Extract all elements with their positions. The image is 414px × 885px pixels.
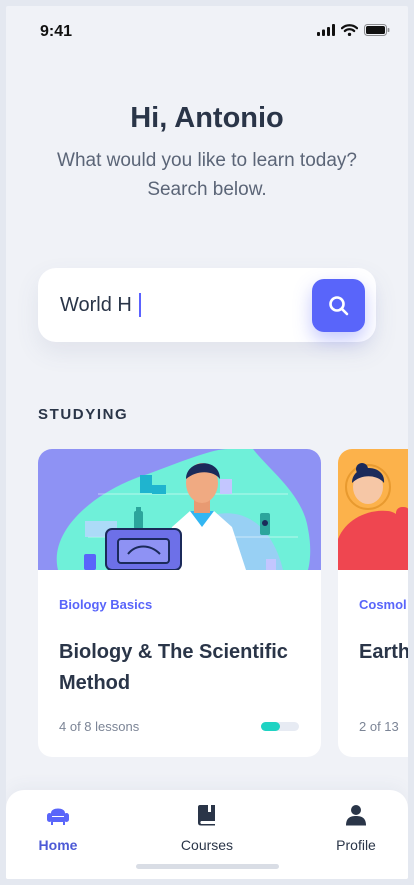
text-cursor [139, 293, 141, 317]
progress-fill [261, 722, 280, 731]
chair-icon [47, 808, 69, 825]
battery-icon [364, 24, 390, 36]
course-title: Earth & Cli [359, 641, 408, 663]
signal-icon [317, 24, 335, 36]
section-title-studying: STUDYING [38, 406, 129, 423]
status-time: 9:41 [40, 23, 73, 40]
tab-home[interactable]: Home [8, 804, 108, 853]
tab-courses[interactable]: Courses [157, 804, 257, 853]
course-card[interactable]: Biology Basics Biology & The Scientific … [38, 449, 321, 757]
home-indicator [136, 864, 279, 869]
tab-label-courses: Courses [180, 837, 234, 853]
tab-profile[interactable]: Profile [306, 804, 406, 853]
lesson-count: 4 of 8 lessons [59, 719, 140, 734]
progress-bar [261, 722, 299, 731]
search-icon [328, 295, 348, 315]
course-card[interactable]: Cosmol Earth & Cli 2 of 13 [338, 449, 408, 757]
course-illustration [338, 449, 408, 570]
search-button[interactable] [312, 279, 365, 332]
tab-label-home: Home [38, 837, 78, 853]
status-icons [317, 24, 390, 36]
greeting-title: Hi, Antonio [130, 102, 284, 134]
lesson-count: 2 of 13 [359, 719, 399, 734]
course-category: Biology Basics [59, 597, 153, 612]
search-input[interactable] [60, 292, 290, 318]
course-title: Biology & The Scientific Method [59, 641, 288, 694]
user-icon [346, 805, 366, 826]
wifi-icon [341, 24, 358, 36]
status-bar: 9:41 [6, 6, 408, 56]
course-illustration [38, 449, 321, 570]
search-box [38, 268, 376, 342]
course-category: Cosmol [359, 597, 407, 612]
greeting-subtitle: What would you like to learn today? Sear… [57, 150, 357, 200]
tab-label-profile: Profile [336, 837, 376, 853]
book-icon [198, 805, 215, 826]
app-screen: 9:41 Hi, Antonio What would you like to … [6, 6, 408, 879]
